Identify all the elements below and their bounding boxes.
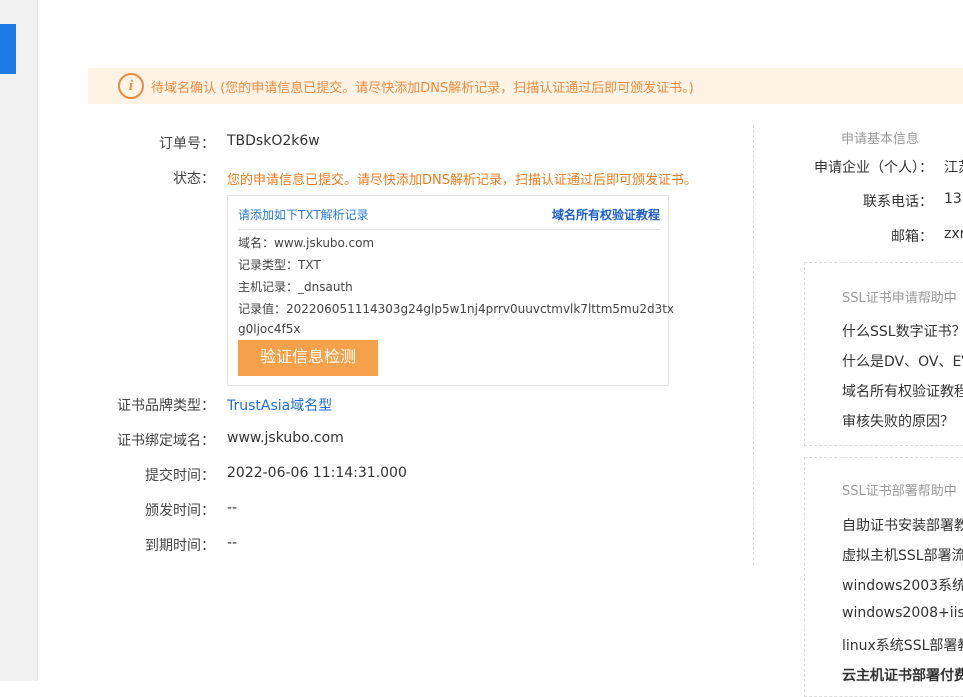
order-no-row: 订单号： TBDskO2k6w xyxy=(0,133,900,153)
domain-row: 证书绑定域名： www.jskubo.com xyxy=(0,430,900,450)
domain-value: www.jskubo.com xyxy=(227,430,344,446)
help-link-domain-verify[interactable]: 域名所有权验证教程 xyxy=(842,381,963,401)
brand-row: 证书品牌类型： TrustAsia域名型 xyxy=(0,395,900,415)
applicant-phone-value: 138 xyxy=(944,191,963,207)
issue-time-row: 颁发时间： -- xyxy=(0,500,900,520)
brand-label: 证书品牌类型： xyxy=(117,398,215,414)
help-link-review-failure[interactable]: 审核失败的原因？ xyxy=(842,411,954,431)
dns-host-record: 主机记录：_dnsauth xyxy=(238,280,353,294)
dns-record-type: 记录类型：TXT xyxy=(238,258,321,272)
verify-check-button[interactable]: 验证信息检测 xyxy=(238,340,378,376)
dns-record-box: 请添加如下TXT解析记录 域名所有权验证教程 域名：www.jskubo.com… xyxy=(227,195,674,386)
applicant-email-value: zxr xyxy=(944,226,963,242)
help-link-virtual-host[interactable]: 虚拟主机SSL部署流 xyxy=(842,545,963,565)
expire-time-label: 到期时间： xyxy=(145,538,215,554)
help-link-dv-ov-ev[interactable]: 什么是DV、OV、EV xyxy=(842,351,963,371)
left-sidebar xyxy=(0,0,38,681)
submit-time-row: 提交时间： 2022-06-06 11:14:31.000 xyxy=(0,465,900,485)
applicant-company-row: 申请企业（个人）： 江苏 xyxy=(0,157,963,177)
help-link-self-install[interactable]: 自助证书安装部署教 xyxy=(842,515,963,535)
submit-time-label: 提交时间： xyxy=(145,468,215,484)
help-link-what-is-ssl[interactable]: 什么SSL数字证书？ xyxy=(842,321,963,341)
domain-label: 证书绑定域名： xyxy=(117,433,215,449)
dns-record-value: 记录值：202206051114303g24glp5w1nj4prrv0uuvc… xyxy=(238,302,675,316)
dns-record-value-cont: g0ljoc4f5x xyxy=(238,322,301,336)
applicant-phone-row: 联系电话： 138 xyxy=(0,191,963,211)
info-icon: i xyxy=(118,73,144,99)
applicant-email-label: 邮箱： xyxy=(891,229,933,245)
ssl-apply-help-box: SSL证书申请帮助中 什么SSL数字证书？ 什么是DV、OV、EV 域名所有权验… xyxy=(804,262,963,446)
ssl-deploy-help-box: SSL证书部署帮助中 自助证书安装部署教 虚拟主机SSL部署流 windows2… xyxy=(804,457,963,697)
help-link-cloud-paid[interactable]: 云主机证书部署付费 xyxy=(842,665,963,685)
status-notice-bar: i 待域名确认 (您的申请信息已提交。请尽快添加DNS解析记录，扫描认证通过后即… xyxy=(88,68,963,104)
sidebar-active-indicator[interactable] xyxy=(0,24,16,74)
order-no-value: TBDskO2k6w xyxy=(227,133,320,149)
help-link-win2008[interactable]: windows2008+iis7 xyxy=(842,605,963,621)
notice-text: 待域名确认 (您的申请信息已提交。请尽快添加DNS解析记录，扫描认证通过后即可颁… xyxy=(151,81,694,96)
expire-time-value: -- xyxy=(227,535,238,551)
submit-time-value: 2022-06-06 11:14:31.000 xyxy=(227,465,407,481)
applicant-info-title: 申请基本信息 xyxy=(841,132,920,147)
issue-time-value: -- xyxy=(227,500,238,516)
applicant-company-label: 申请企业（个人）： xyxy=(814,160,933,176)
ssl-deploy-help-title: SSL证书部署帮助中 xyxy=(842,484,957,499)
brand-value[interactable]: TrustAsia域名型 xyxy=(227,395,332,415)
help-link-win2003[interactable]: windows2003系统S xyxy=(842,575,963,595)
applicant-phone-label: 联系电话： xyxy=(863,194,933,210)
issue-time-label: 颁发时间： xyxy=(145,503,215,519)
applicant-company-value: 江苏 xyxy=(944,160,963,176)
ssl-apply-help-title: SSL证书申请帮助中 xyxy=(842,291,957,306)
applicant-email-row: 邮箱： zxr xyxy=(0,226,963,246)
help-link-linux[interactable]: linux系统SSL部署教 xyxy=(842,635,963,655)
expire-time-row: 到期时间： -- xyxy=(0,535,900,555)
order-no-label: 订单号： xyxy=(159,136,215,152)
